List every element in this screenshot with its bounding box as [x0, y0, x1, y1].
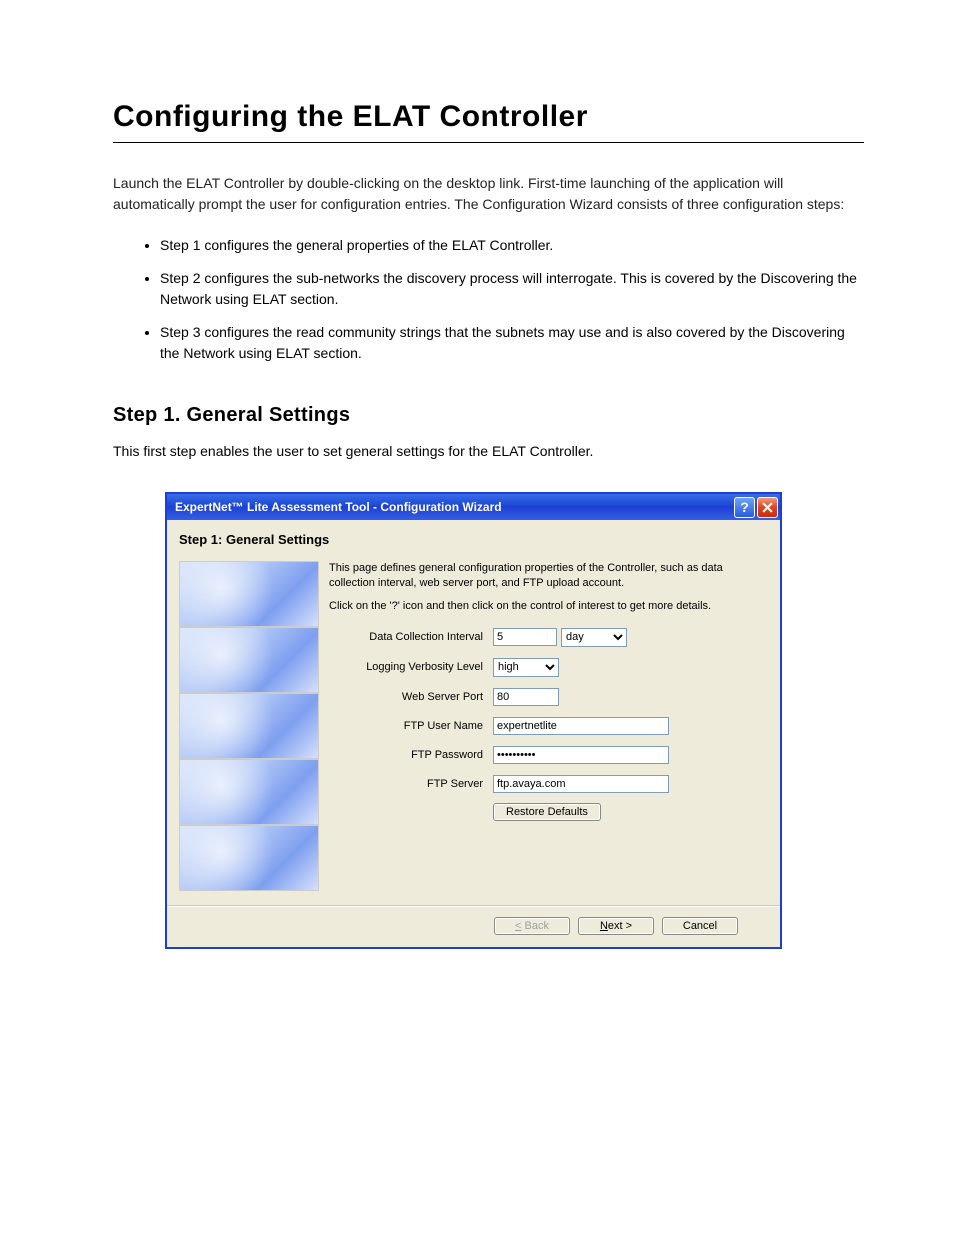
data-interval-label: Data Collection Interval [329, 631, 487, 643]
wizard-intro-2: Click on the '?' icon and then click on … [329, 599, 768, 614]
decorative-image [179, 627, 319, 693]
step-description: This first step enables the user to set … [113, 441, 864, 462]
wizard-intro-1: This page defines general configuration … [329, 561, 768, 591]
decorative-image [179, 693, 319, 759]
log-level-label: Logging Verbosity Level [329, 661, 487, 673]
window-titlebar[interactable]: ExpertNet™ Lite Assessment Tool - Config… [167, 494, 780, 520]
bullet-list: Step 1 configures the general properties… [160, 235, 864, 364]
config-wizard-dialog: ExpertNet™ Lite Assessment Tool - Config… [165, 492, 782, 949]
decorative-image [179, 561, 319, 627]
wizard-body: Step 1: General Settings This page defin… [167, 520, 780, 947]
log-level-select[interactable]: high [493, 658, 559, 677]
wizard-form: This page defines general configuration … [329, 561, 768, 891]
bullet-item: Step 2 configures the sub-networks the d… [160, 268, 864, 310]
ftp-password-label: FTP Password [329, 749, 487, 761]
data-interval-input[interactable] [493, 628, 557, 646]
ftp-user-label: FTP User Name [329, 720, 487, 732]
bullet-item: Step 3 configures the read community str… [160, 322, 864, 364]
page-title: Configuring the ELAT Controller [113, 100, 864, 134]
web-port-label: Web Server Port [329, 691, 487, 703]
wizard-step-title: Step 1: General Settings [179, 532, 768, 547]
decorative-image [179, 759, 319, 825]
wizard-nav: < Back Next > Cancel [179, 917, 768, 935]
wizard-side-images [179, 561, 319, 891]
intro-paragraph: Launch the ELAT Controller by double-cli… [113, 173, 864, 215]
ftp-user-input[interactable] [493, 717, 669, 735]
title-divider [113, 142, 864, 143]
web-port-input[interactable] [493, 688, 559, 706]
restore-defaults-button[interactable]: Restore Defaults [493, 803, 601, 821]
decorative-image [179, 825, 319, 891]
data-interval-unit-select[interactable]: day [561, 628, 627, 647]
close-icon[interactable] [757, 497, 778, 518]
document-page: Configuring the ELAT Controller Launch t… [0, 0, 954, 1009]
help-icon[interactable]: ? [734, 497, 755, 518]
ftp-server-label: FTP Server [329, 778, 487, 790]
ftp-password-input[interactable] [493, 746, 669, 764]
bullet-item: Step 1 configures the general properties… [160, 235, 864, 256]
back-button[interactable]: < Back [494, 917, 570, 935]
ftp-server-input[interactable] [493, 775, 669, 793]
step-heading: Step 1. General Settings [113, 404, 864, 427]
cancel-button[interactable]: Cancel [662, 917, 738, 935]
window-title: ExpertNet™ Lite Assessment Tool - Config… [175, 500, 732, 514]
next-button[interactable]: Next > [578, 917, 654, 935]
nav-divider [167, 905, 780, 907]
